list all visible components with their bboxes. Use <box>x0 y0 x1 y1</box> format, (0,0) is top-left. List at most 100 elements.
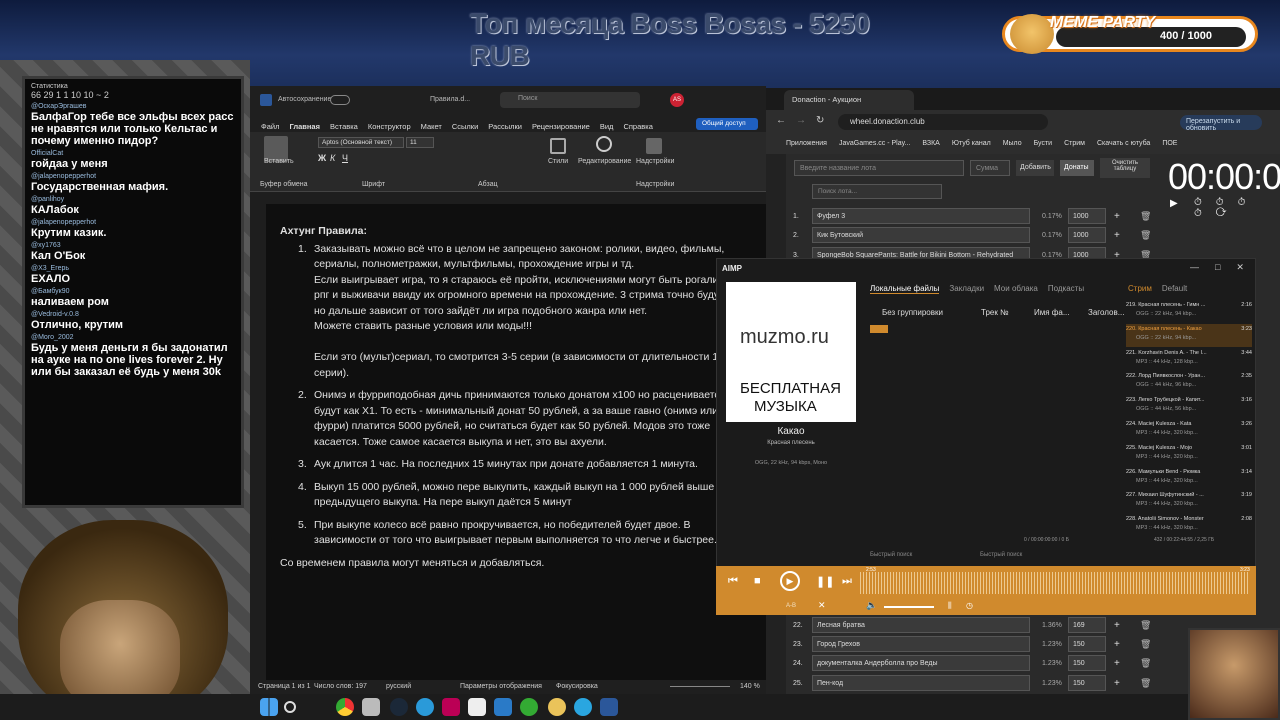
chat-username[interactable]: @Vedroid-v.0.8 <box>31 308 235 319</box>
bookmark-item[interactable]: Приложения <box>786 140 827 147</box>
user-avatar[interactable]: AS <box>670 93 684 107</box>
equalizer-icon[interactable]: ⫼ <box>948 601 952 611</box>
chat-username[interactable]: @ОскарЭргашев <box>31 100 235 111</box>
font-size-select[interactable]: 11 <box>406 137 434 148</box>
playlist-item[interactable]: 219. Красная плесень - Гимн ... 2:16 OGG :… <box>1126 300 1252 323</box>
addins-icon[interactable] <box>646 138 662 154</box>
group-select[interactable]: Без группировки <box>882 308 943 317</box>
chat-username[interactable]: @jalapenopepperhot <box>31 170 235 181</box>
aimp-playlist-tab[interactable]: Стрим <box>1128 284 1152 293</box>
status-lang[interactable]: русский <box>386 683 411 690</box>
lot-amount[interactable]: 150 <box>1068 675 1106 691</box>
back-icon[interactable]: ← <box>776 115 786 126</box>
obs-icon[interactable] <box>548 698 566 716</box>
aimp-tab[interactable]: Подкасты <box>1048 284 1084 293</box>
aimp-tab[interactable]: Закладки <box>949 284 984 293</box>
playlist-item[interactable]: 226. Мамульки Bend - Рюмка 3:14 MP3 :: 44 … <box>1126 467 1252 490</box>
zoom-level[interactable]: 140 % <box>740 683 760 690</box>
trash-icon[interactable]: 🗑 <box>1140 211 1151 222</box>
bookmark-item[interactable]: ПОЕ <box>1162 140 1177 147</box>
playlist-item[interactable]: 221. Korzhavin Denis A. - The I... 3:44 MP… <box>1126 348 1252 371</box>
bookmark-item[interactable]: ВЗКА <box>922 140 939 147</box>
chat-username[interactable]: @Бамбук90 <box>31 285 235 296</box>
status-display[interactable]: Параметры отображения <box>460 683 542 690</box>
col-track-no[interactable]: Трек № <box>981 308 1009 317</box>
plus-icon[interactable]: + <box>1114 678 1120 689</box>
col-title[interactable]: Заголов... <box>1088 308 1124 317</box>
lot-name[interactable]: Кик Бутовский <box>812 227 1030 243</box>
sum-input[interactable]: Сумма <box>970 160 1010 176</box>
playlist-item[interactable]: 220. Красная плесень - Какао 3:23 OGG :: 2… <box>1126 323 1252 347</box>
edge-icon[interactable] <box>416 698 434 716</box>
lot-search-input[interactable]: Поиск лота... <box>812 184 942 199</box>
stop-icon[interactable]: ■ <box>754 575 761 587</box>
aimp-tab[interactable]: Мои облака <box>994 284 1038 293</box>
files-icon[interactable] <box>362 698 380 716</box>
playlist-item[interactable]: 227. Михаил Шуфутинский - ... 3:19 MP3 :: … <box>1126 490 1252 513</box>
timer-icon[interactable]: ◷ <box>966 601 973 610</box>
font-select[interactable]: Aptos (Основной текст) <box>318 137 404 148</box>
app-icon-9[interactable] <box>520 698 538 716</box>
italic-button[interactable]: К <box>330 153 335 163</box>
ab-repeat[interactable]: A-B <box>786 603 796 609</box>
timer-control-icons[interactable]: ⏱⏱⏱⏱⟳ <box>1194 197 1280 219</box>
status-focus[interactable]: Фокусировка <box>556 683 598 690</box>
play-icon[interactable]: ▶ <box>780 571 800 591</box>
clear-table-button[interactable]: Очистить таблицу <box>1100 158 1150 178</box>
playlist-item[interactable]: 223. Легко Трубецкой - Капит... 3:16 OGG :… <box>1126 395 1252 418</box>
lot-amount[interactable]: 169 <box>1068 617 1106 633</box>
trash-icon[interactable]: 🗑 <box>1140 678 1151 689</box>
chrome-icon[interactable] <box>336 698 354 716</box>
bookmark-item[interactable]: JavaGames.cc - Play... <box>839 140 910 147</box>
playlist-item[interactable]: 222. Лорд Пиявкослон - Уран... 2:35 OGG ::… <box>1126 371 1252 394</box>
word-document-page[interactable]: Ахтунг Правила: 1. Заказывать можно всё ч… <box>266 204 766 680</box>
chat-username[interactable]: OfficialCat <box>31 147 235 158</box>
forward-icon[interactable]: → <box>796 115 806 126</box>
autosave-toggle[interactable] <box>330 95 350 105</box>
share-button[interactable]: Общий доступ <box>696 118 758 130</box>
search-icon[interactable] <box>284 701 296 713</box>
bookmark-item[interactable]: Мыло <box>1003 140 1022 147</box>
aimp-tab[interactable]: Локальные файлы <box>870 284 940 294</box>
shuffle-icon[interactable]: ✕ <box>818 600 826 611</box>
quick-search-left[interactable]: Быстрый поиск <box>870 552 912 558</box>
trash-icon[interactable]: 🗑 <box>1140 620 1151 631</box>
volume-icon[interactable]: 🔈 <box>866 600 877 611</box>
bold-button[interactable]: Ж <box>318 153 326 163</box>
app-icon-11[interactable] <box>574 698 592 716</box>
lot-amount[interactable]: 150 <box>1068 655 1106 671</box>
playlist-item[interactable]: 225. Maciej Kulesza - Mojo 3:01 MP3 :: 44 … <box>1126 443 1252 466</box>
trash-icon[interactable]: 🗑 <box>1140 658 1151 669</box>
plus-icon[interactable]: + <box>1114 639 1120 650</box>
donates-button[interactable]: Донаты <box>1060 160 1094 176</box>
bookmark-item[interactable]: Ютуб канал <box>952 140 991 147</box>
lot-amount[interactable]: 1000 <box>1068 208 1106 224</box>
trash-icon[interactable]: 🗑 <box>1140 639 1151 650</box>
address-bar[interactable]: wheel.donaction.club <box>838 114 1048 130</box>
word-taskbar-icon[interactable] <box>600 698 618 716</box>
prev-icon[interactable]: ⏮ <box>728 575 738 588</box>
styles-button[interactable] <box>550 138 566 154</box>
waveform-seekbar[interactable] <box>860 572 1248 594</box>
app-icon-6[interactable] <box>442 698 460 716</box>
bookmark-item[interactable]: Стрим <box>1064 140 1085 147</box>
play-timer-icon[interactable]: ▶ <box>1170 198 1178 209</box>
plus-icon[interactable]: + <box>1114 658 1120 669</box>
lot-name[interactable]: Лесная братва <box>812 617 1030 633</box>
steam-icon[interactable] <box>390 698 408 716</box>
reload-icon[interactable]: ↻ <box>816 115 824 126</box>
lot-name[interactable]: Город Грехов <box>812 636 1030 652</box>
bookmark-item[interactable]: Бусти <box>1034 140 1052 147</box>
playlist-item[interactable]: 228. Anatolii Simonov - Monster 2:08 MP3 :… <box>1126 514 1252 537</box>
addins-label[interactable]: Надстройки <box>636 158 674 165</box>
playlist-item[interactable]: 224. Maciej Kulesza - Kata 3:26 MP3 :: 44 … <box>1126 419 1252 442</box>
quick-search-right[interactable]: Быстрый поиск <box>980 552 1022 558</box>
aimp-playlist-tab[interactable]: Default <box>1162 284 1187 293</box>
word-icon[interactable] <box>260 94 272 106</box>
bookmark-item[interactable]: Скачать с ютуба <box>1097 140 1150 147</box>
lot-amount[interactable]: 150 <box>1068 636 1106 652</box>
app-icon-7[interactable] <box>468 698 486 716</box>
underline-button[interactable]: Ч <box>342 153 348 163</box>
window-controls[interactable]: —□✕ <box>1190 262 1260 273</box>
volume-slider[interactable] <box>884 606 934 608</box>
